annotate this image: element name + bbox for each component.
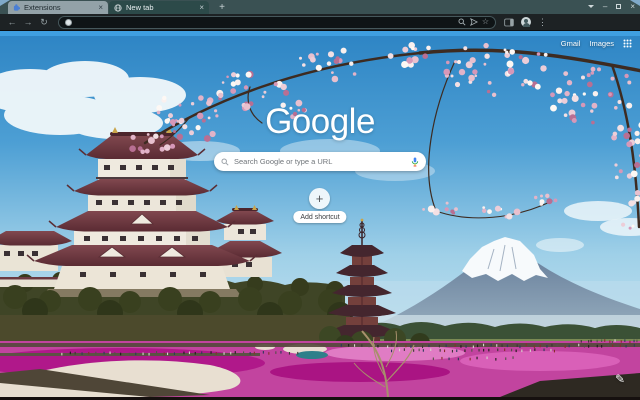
reload-icon[interactable]: ↻ <box>36 17 52 27</box>
share-send-icon[interactable] <box>469 18 478 26</box>
site-info-icon[interactable] <box>65 18 72 26</box>
minimize-icon[interactable]: – <box>603 2 607 12</box>
customize-pencil-icon[interactable]: ✎ <box>615 372 625 386</box>
back-icon[interactable]: ← <box>4 17 20 27</box>
profile-avatar[interactable] <box>521 17 531 27</box>
address-bar[interactable]: ☆ <box>58 15 496 29</box>
bookmark-star-icon[interactable]: ☆ <box>482 18 489 26</box>
globe-icon <box>114 3 122 12</box>
tab-close-icon[interactable]: × <box>199 3 204 12</box>
search-icon <box>221 157 229 166</box>
tab-label: Extensions <box>24 3 61 12</box>
search-magnifier-icon[interactable] <box>458 18 466 26</box>
tab-search-icon[interactable] <box>587 5 594 8</box>
google-logo: Google <box>265 102 375 141</box>
new-tab-button[interactable]: + <box>216 2 228 13</box>
add-shortcut-button[interactable]: + <box>309 188 330 209</box>
apps-grid-icon[interactable] <box>623 39 632 48</box>
plus-icon: + <box>315 191 324 206</box>
toolbar-right: ⋮ <box>504 17 547 27</box>
images-link[interactable]: Images <box>589 39 614 48</box>
puzzle-icon <box>13 4 20 11</box>
browser-toolbar: ← → ↻ ☆ ⋮ <box>0 14 640 31</box>
tab-new-tab[interactable]: New tab × <box>109 1 209 14</box>
menu-kebab-icon[interactable]: ⋮ <box>538 17 547 27</box>
new-tab-page: Gmail Images Google + <box>0 31 640 397</box>
tab-close-icon[interactable]: × <box>98 3 103 12</box>
window-controls: – × <box>587 0 635 13</box>
search-bar[interactable] <box>214 152 426 171</box>
tab-strip: Extensions × New tab × + – × <box>0 0 640 14</box>
side-panel-icon[interactable] <box>504 18 514 27</box>
add-shortcut-label[interactable]: Add shortcut <box>293 211 347 223</box>
browser-window: Extensions × New tab × + – × ← → ↻ ☆ ⋮ G… <box>0 0 640 400</box>
ntp-links: Gmail Images <box>561 39 632 48</box>
gmail-link[interactable]: Gmail <box>561 39 581 48</box>
forward-icon[interactable]: → <box>20 17 36 27</box>
close-window-icon[interactable]: × <box>630 2 635 12</box>
search-input[interactable] <box>234 152 406 171</box>
maximize-icon[interactable] <box>616 4 622 9</box>
mic-icon[interactable] <box>411 157 419 167</box>
tab-label: New tab <box>126 3 154 12</box>
tab-extensions[interactable]: Extensions × <box>8 1 108 14</box>
